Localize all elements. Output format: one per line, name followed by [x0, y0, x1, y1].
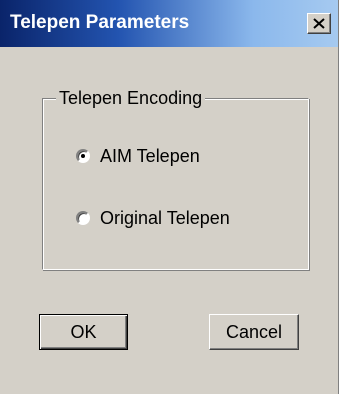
- title-bar[interactable]: Telepen Parameters: [0, 0, 338, 47]
- window-title: Telepen Parameters: [10, 12, 190, 33]
- close-icon: [313, 18, 325, 29]
- telepen-parameters-dialog: Telepen Parameters Telepen Encoding AIM …: [0, 0, 339, 394]
- radio-button-icon[interactable]: [76, 211, 90, 225]
- cancel-button[interactable]: Cancel: [209, 314, 299, 350]
- radio-selected-dot-icon: [81, 154, 85, 158]
- radio-aim-telepen[interactable]: AIM Telepen: [76, 144, 200, 168]
- telepen-encoding-groupbox: [42, 98, 309, 270]
- radio-original-telepen[interactable]: Original Telepen: [76, 206, 230, 230]
- radio-label-original-telepen[interactable]: Original Telepen: [100, 208, 230, 229]
- groupbox-label: Telepen Encoding: [56, 88, 206, 109]
- radio-label-aim-telepen[interactable]: AIM Telepen: [100, 146, 200, 167]
- radio-button-icon[interactable]: [76, 149, 90, 163]
- close-button[interactable]: [307, 13, 331, 34]
- ok-button[interactable]: OK: [39, 314, 128, 350]
